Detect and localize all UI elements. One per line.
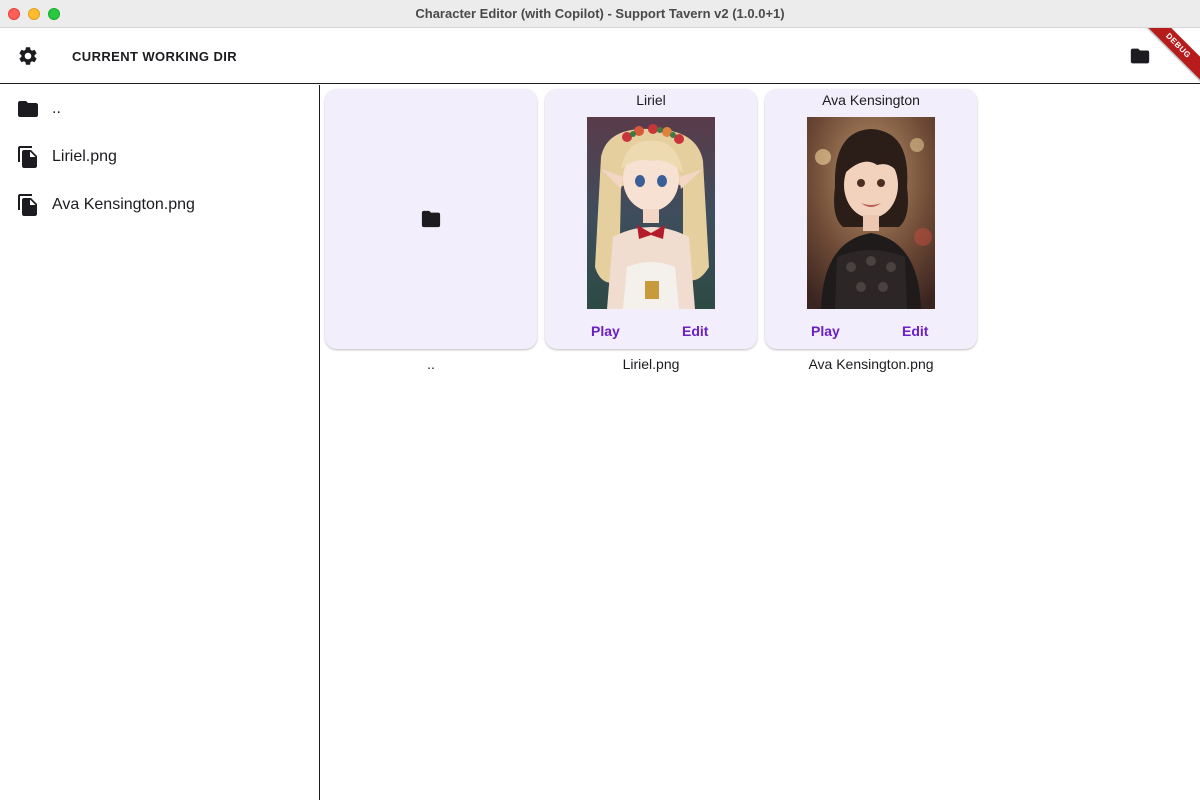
card-actions: Play Edit: [545, 323, 757, 343]
tile-caption: ..: [427, 356, 435, 372]
play-button[interactable]: Play: [591, 323, 620, 339]
edit-button[interactable]: Edit: [902, 323, 928, 339]
parent-dir-card[interactable]: [325, 89, 537, 349]
settings-button[interactable]: [14, 42, 42, 70]
sidebar-item-label: Ava Kensington.png: [52, 196, 195, 213]
file-grid: .. Liriel Play Edit Liriel.png Ava Kensi…: [321, 85, 1200, 800]
open-folder-button[interactable]: [1126, 42, 1154, 70]
folder-icon: [16, 97, 40, 121]
folder-icon: [420, 209, 442, 229]
grid-tile-parent-dir: ..: [325, 89, 537, 372]
sidebar-item-parent-dir[interactable]: ..: [0, 85, 319, 133]
sidebar-item-ava-kensington[interactable]: Ava Kensington.png: [0, 181, 319, 229]
character-card-liriel[interactable]: Liriel Play Edit: [545, 89, 757, 349]
window-title: Character Editor (with Copilot) - Suppor…: [415, 6, 785, 21]
app-bar: CURRENT WORKING DIR DEBUG: [0, 28, 1200, 84]
folder-icon: [1130, 48, 1150, 64]
character-name: Ava Kensington: [822, 92, 920, 108]
grid-tile-ava-kensington: Ava Kensington Play Edit Ava Kensington.…: [765, 89, 977, 372]
play-button[interactable]: Play: [811, 323, 840, 339]
grid-tile-liriel: Liriel Play Edit Liriel.png: [545, 89, 757, 372]
window-titlebar: Character Editor (with Copilot) - Suppor…: [0, 0, 1200, 28]
character-portrait-ava-kensington: [807, 117, 935, 309]
sidebar-item-liriel[interactable]: Liriel.png: [0, 133, 319, 181]
character-card-ava-kensington[interactable]: Ava Kensington Play Edit: [765, 89, 977, 349]
tile-caption: Ava Kensington.png: [808, 356, 934, 372]
card-actions: Play Edit: [765, 323, 977, 343]
current-working-dir-title: CURRENT WORKING DIR: [72, 49, 238, 64]
sidebar-item-label: Liriel.png: [52, 148, 117, 165]
character-portrait-liriel: [587, 117, 715, 309]
character-name: Liriel: [636, 92, 666, 108]
file-sidebar: .. Liriel.png Ava Kensington.png: [0, 85, 320, 800]
tile-caption: Liriel.png: [622, 356, 680, 372]
sidebar-item-label: ..: [52, 100, 61, 117]
gear-icon: [19, 47, 37, 65]
edit-button[interactable]: Edit: [682, 323, 708, 339]
file-copy-icon: [16, 193, 40, 217]
file-copy-icon: [16, 145, 40, 169]
